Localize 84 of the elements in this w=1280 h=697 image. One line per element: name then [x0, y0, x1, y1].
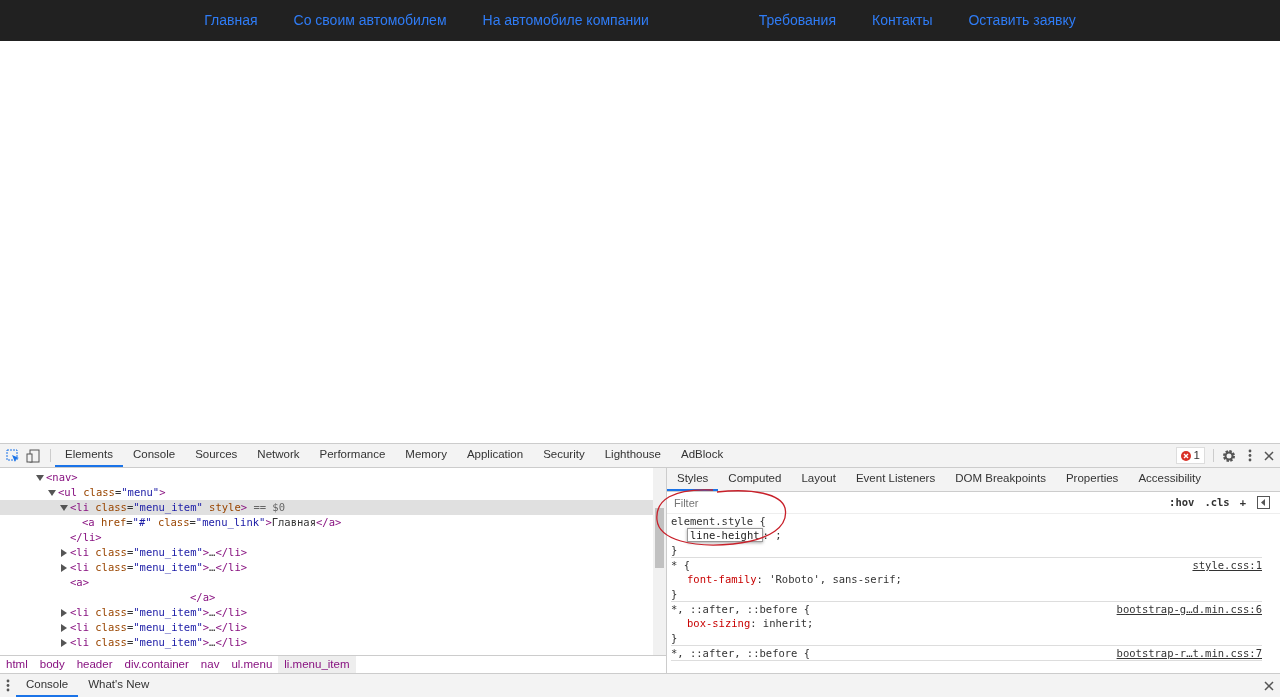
- collapsed-arrow-icon[interactable]: [60, 564, 68, 572]
- css-brace: }: [671, 587, 679, 601]
- css-property: box-sizing: [687, 617, 751, 629]
- dom-node[interactable]: </li>: [70, 531, 102, 543]
- styles-tab[interactable]: Properties: [1055, 468, 1129, 491]
- devtools-tab[interactable]: Console: [122, 444, 186, 467]
- dom-node[interactable]: <li class="menu_item">…</li>: [70, 561, 248, 573]
- drawer-tab[interactable]: Console: [16, 674, 79, 697]
- dom-node[interactable]: <li class="menu_item" style>: [70, 501, 248, 513]
- more-icon[interactable]: [6, 679, 10, 692]
- dom-node[interactable]: <li class="menu_item">…</li>: [70, 606, 248, 618]
- nav-link[interactable]: Контакты: [872, 10, 933, 31]
- nav-link[interactable]: Требования: [758, 10, 836, 31]
- nav-link[interactable]: Главная: [204, 10, 258, 31]
- css-selector: * {: [671, 558, 690, 572]
- nav-link[interactable]: Со своим автомобилем: [293, 10, 447, 31]
- styles-tab[interactable]: Computed: [718, 468, 792, 491]
- css-property[interactable]: line-height: [687, 528, 763, 542]
- styles-tab[interactable]: Styles: [667, 468, 719, 491]
- css-brace: }: [671, 631, 679, 645]
- devtools-tab[interactable]: Lighthouse: [594, 444, 671, 467]
- error-count: 1: [1193, 447, 1200, 463]
- toolbar-button[interactable]: +: [1239, 494, 1246, 511]
- breadcrumb[interactable]: header: [70, 656, 119, 673]
- devtools-tab[interactable]: Elements: [55, 444, 123, 467]
- styles-tab[interactable]: Accessibility: [1128, 468, 1211, 491]
- devtools-tab[interactable]: Network: [247, 444, 310, 467]
- devtools-tab[interactable]: AdBlock: [671, 444, 734, 467]
- styles-tab[interactable]: Event Listeners: [845, 468, 946, 491]
- devtools-tab[interactable]: Performance: [309, 444, 396, 467]
- close-icon[interactable]: [1264, 450, 1274, 461]
- nav-link[interactable]: Оставить заявку: [968, 10, 1076, 31]
- source-link[interactable]: bootstrap-g…d.min.css:6: [1116, 602, 1262, 616]
- dom-node[interactable]: <li class="menu_item">…</li>: [70, 546, 248, 558]
- breadcrumb[interactable]: nav: [194, 656, 226, 673]
- toolbar-button[interactable]: .cls: [1204, 494, 1230, 511]
- dom-node[interactable]: <li class="menu_item">…</li>: [70, 636, 248, 648]
- expanded-arrow-icon[interactable]: [60, 504, 68, 512]
- dom-node[interactable]: <ul class="menu">: [58, 486, 166, 498]
- inspect-icon[interactable]: [6, 448, 20, 463]
- collapsed-arrow-icon[interactable]: [60, 639, 68, 647]
- sidebar-toggle-icon[interactable]: [1257, 496, 1270, 509]
- dom-node[interactable]: </a>: [190, 591, 216, 603]
- close-icon[interactable]: [1264, 680, 1274, 691]
- css-selector: *, ::after, ::before {: [671, 646, 811, 660]
- css-brace: }: [671, 543, 679, 557]
- more-icon[interactable]: [1248, 449, 1252, 462]
- scrollbar[interactable]: [653, 468, 666, 655]
- css-value: : ;: [762, 529, 782, 541]
- breadcrumb[interactable]: html: [0, 656, 34, 673]
- expanded-arrow-icon[interactable]: [36, 474, 44, 482]
- css-selector: *, ::after, ::before {: [671, 602, 811, 616]
- dom-node[interactable]: <li class="menu_item">…</li>: [70, 621, 248, 633]
- breadcrumb[interactable]: body: [33, 656, 71, 673]
- collapsed-arrow-icon[interactable]: [60, 609, 68, 617]
- css-selector: element.style {: [671, 514, 766, 528]
- drawer-tab[interactable]: What's New: [78, 674, 160, 697]
- toolbar-button[interactable]: :hov: [1169, 494, 1195, 511]
- source-link[interactable]: style.css:1: [1192, 558, 1262, 572]
- breadcrumb[interactable]: li.menu_item: [278, 656, 356, 673]
- nav-link[interactable]: На автомобиле компании: [482, 10, 649, 31]
- css-property: font-family: [687, 573, 757, 585]
- devtools-tab[interactable]: Sources: [185, 444, 248, 467]
- dom-node[interactable]: <a href="#" class="menu_link">Главная</a>: [82, 516, 342, 528]
- collapsed-arrow-icon[interactable]: [60, 549, 68, 557]
- error-counter[interactable]: 1: [1175, 447, 1205, 464]
- devtools-tab[interactable]: Application: [456, 444, 534, 467]
- css-value: : 'Roboto', sans-serif;: [756, 573, 902, 585]
- dom-node[interactable]: <a>: [70, 576, 89, 588]
- device-icon[interactable]: [26, 448, 40, 463]
- error-icon: [1180, 450, 1191, 461]
- source-link[interactable]: bootstrap-r…t.min.css:7: [1116, 646, 1262, 660]
- styles-tab[interactable]: Layout: [791, 468, 846, 491]
- css-value: : inherit;: [750, 617, 814, 629]
- devtools-tab[interactable]: Security: [533, 444, 595, 467]
- devtools-tab[interactable]: Memory: [395, 444, 457, 467]
- collapsed-arrow-icon[interactable]: [60, 624, 68, 632]
- breadcrumb[interactable]: div.container: [118, 656, 195, 673]
- selected-marker: == $0: [253, 501, 285, 513]
- settings-icon[interactable]: [1222, 448, 1236, 463]
- expanded-arrow-icon[interactable]: [48, 489, 56, 497]
- styles-tab[interactable]: DOM Breakpoints: [945, 468, 1056, 491]
- breadcrumb[interactable]: ul.menu: [225, 656, 279, 673]
- dom-node[interactable]: <nav>: [46, 471, 78, 483]
